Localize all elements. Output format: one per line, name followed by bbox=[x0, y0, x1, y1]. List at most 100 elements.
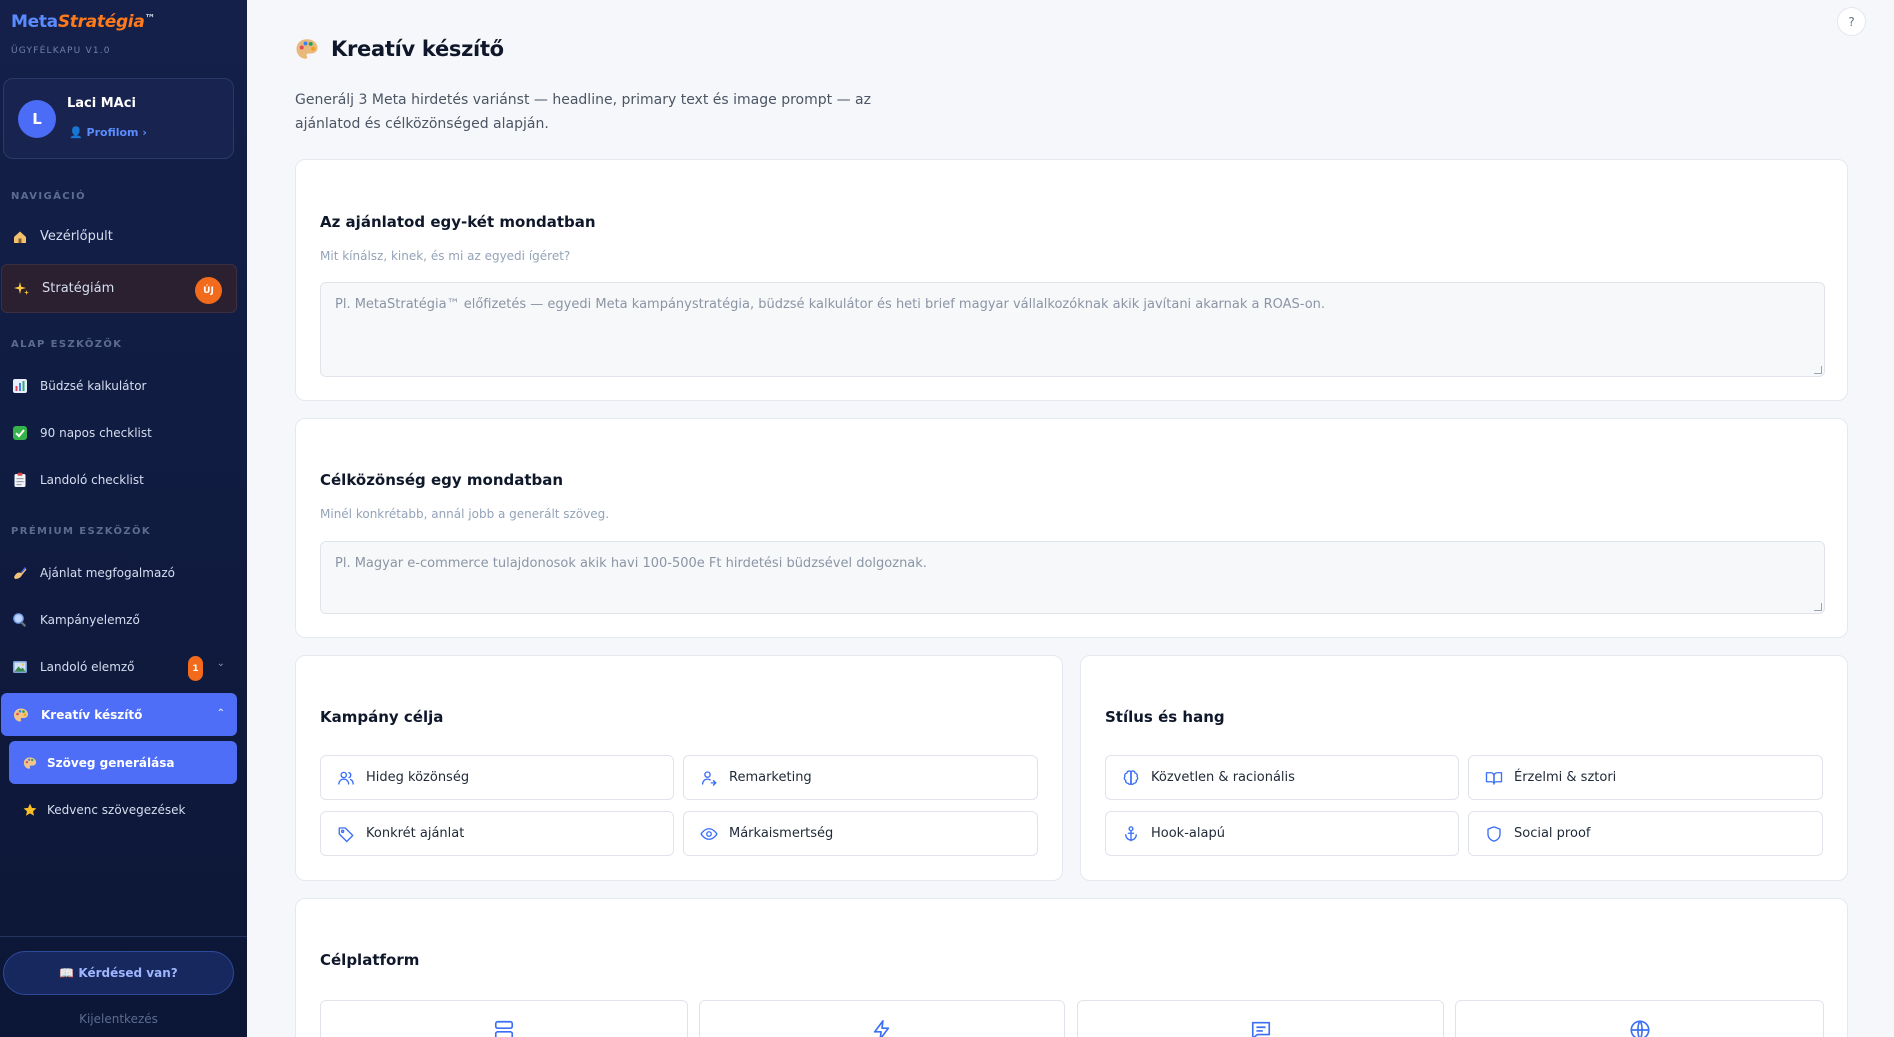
option-label: Hideg közönség bbox=[366, 770, 470, 785]
writing-hand-icon bbox=[12, 565, 28, 581]
audience-placeholder: Pl. Magyar e-commerce tulajdonosok akik … bbox=[335, 556, 927, 571]
avatar[interactable]: L bbox=[18, 100, 56, 138]
sparkles-icon bbox=[14, 281, 30, 297]
profile-name: Laci MAci bbox=[67, 96, 136, 111]
option-label: Remarketing bbox=[729, 770, 812, 785]
chevron-down-icon[interactable]: ⌄ bbox=[217, 658, 225, 669]
sidebar-divider bbox=[0, 936, 247, 937]
option-label: Hook-alapú bbox=[1151, 826, 1225, 841]
style-tone-title: Stílus és hang bbox=[1105, 708, 1225, 726]
audience-card-title: Célközönség egy mondatban bbox=[320, 471, 564, 489]
brand-logo[interactable]: MetaStratégia™ bbox=[11, 12, 156, 32]
platform-option-4[interactable] bbox=[1455, 1000, 1824, 1037]
sidebar-item-label: Kedvenc szövegezések bbox=[47, 802, 186, 817]
audience-card: Célközönség egy mondatban Minél konkréta… bbox=[295, 418, 1848, 638]
target-platform-title: Célplatform bbox=[320, 951, 420, 969]
logout-link[interactable]: Kijelentkezés bbox=[0, 1012, 237, 1026]
section-label-navigation: NAVIGÁCIÓ bbox=[11, 191, 86, 202]
brand-part1: Meta bbox=[11, 12, 58, 32]
open-book-icon bbox=[1485, 771, 1503, 785]
offer-textarea[interactable]: Pl. MetaStratégia™ előfizetés — egyedi M… bbox=[320, 282, 1825, 377]
option-label: Konkrét ajánlat bbox=[366, 826, 465, 841]
sidebar-item-offer[interactable]: Ajánlat megfogalmazó bbox=[0, 549, 237, 596]
anchor-icon bbox=[1125, 825, 1137, 841]
section-label-basic-tools: ALAP ESZKÖZÖK bbox=[11, 339, 123, 350]
sidebar-item-landing-checklist[interactable]: Landoló checklist bbox=[0, 456, 237, 503]
chevron-up-icon[interactable]: ⌃ bbox=[217, 708, 225, 719]
sidebar-item-strategy[interactable]: Stratégiám ÚJ bbox=[1, 264, 237, 313]
sidebar-item-label: Vezérlőpult bbox=[40, 229, 113, 244]
offer-card-title: Az ajánlatod egy-két mondatban bbox=[320, 213, 596, 231]
tag-icon bbox=[338, 826, 354, 842]
platform-option-2[interactable] bbox=[699, 1000, 1065, 1037]
campaign-goal-card: Kampány célja Hideg közönség Remarketing… bbox=[295, 655, 1063, 881]
goal-option-specific-offer[interactable]: Konkrét ajánlat bbox=[320, 811, 674, 856]
platform-option-3[interactable] bbox=[1077, 1000, 1444, 1037]
sidebar-item-label: 90 napos checklist bbox=[40, 425, 152, 440]
offer-card-hint: Mit kínálsz, kinek, és mi az egyedi ígér… bbox=[320, 249, 571, 263]
check-box-icon bbox=[12, 425, 28, 441]
users-icon bbox=[338, 771, 354, 785]
shield-icon bbox=[1487, 825, 1501, 842]
brand-trademark: ™ bbox=[144, 12, 156, 25]
goal-option-remarketing[interactable]: Remarketing bbox=[683, 755, 1038, 800]
sidebar-item-creative[interactable]: Kreatív készítő ⌃ bbox=[1, 693, 237, 736]
picture-icon bbox=[12, 659, 28, 675]
offer-placeholder: Pl. MetaStratégia™ előfizetés — egyedi M… bbox=[335, 297, 1326, 312]
sidebar-item-campaign[interactable]: Kampányelemző bbox=[0, 596, 237, 643]
globe-icon bbox=[1629, 1020, 1650, 1037]
sidebar-subitem-text-generation[interactable]: Szöveg generálása bbox=[9, 741, 237, 784]
offer-card: Az ajánlatod egy-két mondatban Mit kínál… bbox=[295, 159, 1848, 401]
sidebar-item-label: Büdzsé kalkulátor bbox=[40, 378, 147, 393]
magnifier-icon bbox=[12, 612, 28, 628]
message-icon bbox=[1251, 1021, 1270, 1037]
sidebar: MetaStratégia™ ÜGYFÉLKAPU V1.0 L Laci MA… bbox=[0, 0, 247, 1037]
style-option-emotional-story[interactable]: Érzelmi & sztori bbox=[1468, 755, 1823, 800]
user-refresh-icon bbox=[701, 770, 717, 786]
sidebar-item-dashboard[interactable]: Vezérlőpult bbox=[0, 213, 237, 260]
sidebar-item-label: Landoló checklist bbox=[40, 472, 144, 487]
option-label: Márkaismertség bbox=[729, 826, 834, 841]
server-icon bbox=[494, 1020, 514, 1037]
audience-textarea[interactable]: Pl. Magyar e-commerce tulajdonosok akik … bbox=[320, 541, 1825, 614]
style-tone-card: Stílus és hang Közvetlen & racionális Ér… bbox=[1080, 655, 1848, 881]
page-description: Generálj 3 Meta hirdetés variánst — head… bbox=[295, 92, 871, 132]
option-label: Érzelmi & sztori bbox=[1514, 770, 1617, 785]
option-label: Közvetlen & racionális bbox=[1151, 770, 1295, 785]
bar-chart-icon bbox=[12, 378, 28, 394]
sidebar-subitem-favorites[interactable]: Kedvenc szövegezések bbox=[9, 788, 237, 831]
help-question-button[interactable]: ? bbox=[1837, 7, 1866, 36]
count-badge: 1 bbox=[188, 656, 203, 681]
eye-icon bbox=[700, 827, 718, 840]
sidebar-item-label: Stratégiám bbox=[42, 281, 115, 296]
sidebar-item-checklist90[interactable]: 90 napos checklist bbox=[0, 409, 237, 456]
house-icon bbox=[12, 229, 28, 245]
option-label: Social proof bbox=[1514, 826, 1591, 841]
profile-link[interactable]: 👤 Profilom › bbox=[69, 126, 147, 139]
goal-option-cold-audience[interactable]: Hideg közönség bbox=[320, 755, 674, 800]
main-content: ? Kreatív készítő Generálj 3 Meta hirdet… bbox=[247, 0, 1894, 1037]
sidebar-item-label: Ajánlat megfogalmazó bbox=[40, 565, 175, 580]
sidebar-item-label: Kampányelemző bbox=[40, 612, 140, 627]
palette-icon bbox=[295, 37, 319, 61]
style-option-social-proof[interactable]: Social proof bbox=[1468, 811, 1823, 856]
new-badge: ÚJ bbox=[195, 277, 222, 304]
help-button[interactable]: 📖 Kérdésed van? bbox=[3, 951, 234, 995]
resize-handle[interactable] bbox=[1814, 366, 1822, 374]
sidebar-item-landing-analyzer[interactable]: Landoló elemző 1 ⌄ bbox=[0, 643, 237, 690]
brand-subtitle: ÜGYFÉLKAPU V1.0 bbox=[11, 46, 111, 56]
platform-option-1[interactable] bbox=[320, 1000, 688, 1037]
style-option-direct-rational[interactable]: Közvetlen & racionális bbox=[1105, 755, 1459, 800]
goal-option-brand-awareness[interactable]: Márkaismertség bbox=[683, 811, 1038, 856]
sidebar-item-budget[interactable]: Büdzsé kalkulátor bbox=[0, 362, 237, 409]
section-label-premium-tools: PRÉMIUM ESZKÖZÖK bbox=[11, 526, 152, 537]
audience-card-hint: Minél konkrétabb, annál jobb a generált … bbox=[320, 507, 610, 521]
resize-handle[interactable] bbox=[1814, 603, 1822, 611]
target-platform-card: Célplatform bbox=[295, 898, 1848, 1037]
page-title: Kreatív készítő bbox=[295, 37, 504, 61]
palette-icon bbox=[13, 707, 29, 723]
page-title-text: Kreatív készítő bbox=[331, 37, 504, 61]
lightning-icon bbox=[873, 1020, 890, 1037]
star-icon bbox=[23, 803, 37, 817]
style-option-hook-based[interactable]: Hook-alapú bbox=[1105, 811, 1459, 856]
